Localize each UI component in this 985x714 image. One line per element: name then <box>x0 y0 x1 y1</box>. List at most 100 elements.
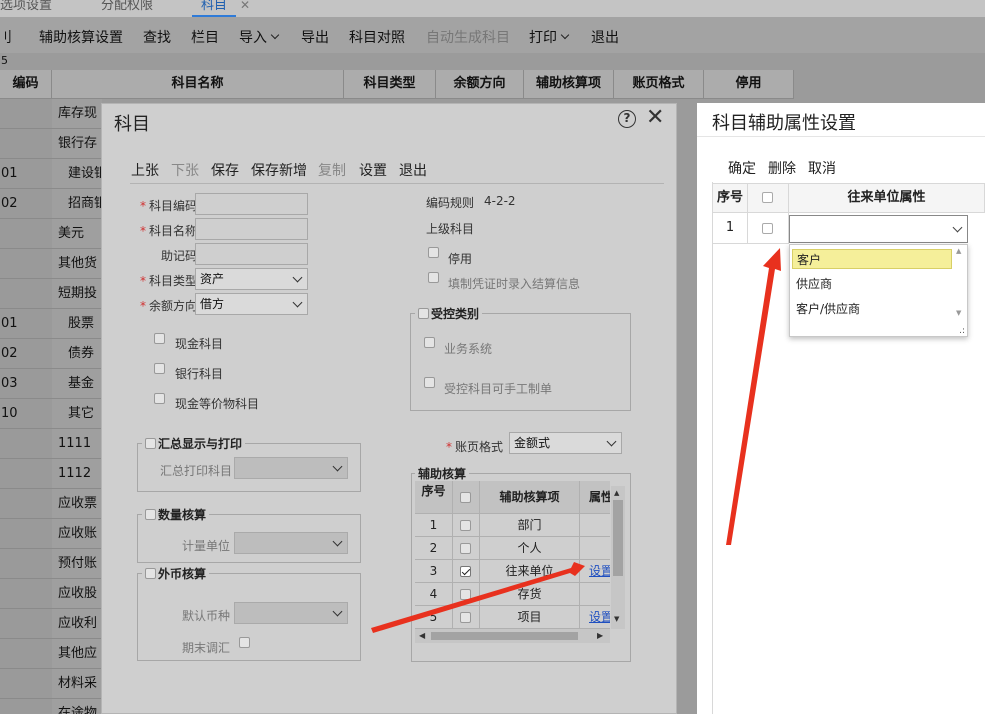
grid-row-name[interactable]: 其它 <box>52 399 101 429</box>
tab-permissions[interactable]: 分配权限 <box>101 0 153 17</box>
toolbar-exit[interactable]: 退出 <box>591 27 619 47</box>
scroll-up-icon[interactable]: ▲ <box>614 489 619 497</box>
aux-row-checkbox[interactable] <box>460 520 471 531</box>
toolbar-columns[interactable]: 栏目 <box>191 27 219 47</box>
resize-grip-icon[interactable]: .: <box>959 326 965 336</box>
grid-row-name[interactable]: 债券 <box>52 339 101 369</box>
settings-button[interactable]: 设置 <box>359 160 387 180</box>
aux-horizontal-scrollbar[interactable]: ◀ ▶ <box>415 629 610 643</box>
scroll-down-icon[interactable]: ▼ <box>956 309 961 317</box>
grid-header-aux[interactable]: 辅助核算项 <box>524 70 614 99</box>
quantity-legend[interactable]: 数量核算 <box>142 506 210 523</box>
grid-row-code[interactable] <box>0 99 52 129</box>
prev-button[interactable]: 上张 <box>131 160 159 180</box>
confirm-button[interactable]: 确定 <box>728 158 756 178</box>
grid-row-name[interactable]: 库存现 <box>52 99 101 129</box>
grid-row-name[interactable]: 短期投 <box>52 279 101 309</box>
disable-checkbox[interactable] <box>428 247 439 258</box>
toolbar-item-0[interactable]: 刂 <box>0 27 12 47</box>
aux-row-checkbox[interactable] <box>460 589 471 600</box>
grid-header-code[interactable]: 编码 <box>0 70 52 99</box>
toolbar-subject-map[interactable]: 科目对照 <box>349 27 405 47</box>
dropdown-scrollbar[interactable]: ▲ ▼ <box>954 247 966 321</box>
settlement-checkbox[interactable] <box>428 272 439 283</box>
aux-row-checkbox[interactable] <box>460 566 471 577</box>
ledger-format-select[interactable]: 金额式 <box>509 432 622 454</box>
manual-voucher-checkbox[interactable] <box>424 377 435 388</box>
tab-close-icon[interactable]: ✕ <box>240 0 250 17</box>
grid-row-name[interactable]: 其他货 <box>52 249 101 279</box>
grid-row-name[interactable]: 其他应 <box>52 639 101 669</box>
quantity-checkbox[interactable] <box>145 509 156 520</box>
grid-header-type[interactable]: 科目类型 <box>344 70 436 99</box>
grid-row-name[interactable]: 基金 <box>52 369 101 399</box>
grid-header-balance[interactable]: 余额方向 <box>436 70 524 99</box>
option-customer-supplier[interactable]: 客户/供应商 <box>792 299 952 319</box>
business-system-checkbox[interactable] <box>424 337 435 348</box>
foreign-legend[interactable]: 外币核算 <box>142 565 210 582</box>
panel-row-checkbox[interactable] <box>762 223 773 234</box>
grid-row-code[interactable] <box>0 129 52 159</box>
grid-row-name[interactable]: 1112 <box>52 459 101 489</box>
scroll-right-icon[interactable]: ▶ <box>597 631 603 640</box>
subject-name-input[interactable] <box>195 218 308 240</box>
aux-row-attr-link[interactable]: 设置 <box>589 610 610 624</box>
grid-row-name[interactable]: 银行存 <box>52 129 101 159</box>
grid-row-code[interactable] <box>0 219 52 249</box>
grid-row-code[interactable] <box>0 279 52 309</box>
grid-row-name[interactable]: 应收股 <box>52 579 101 609</box>
grid-row-name[interactable]: 招商银 <box>52 189 101 219</box>
grid-row-code[interactable] <box>0 669 52 699</box>
tab-options[interactable]: 选项设置 <box>0 0 52 17</box>
option-customer[interactable]: 客户 <box>792 249 952 269</box>
foreign-checkbox[interactable] <box>145 568 156 579</box>
toolbar-aux-setup[interactable]: 辅助核算设置 <box>39 27 123 47</box>
counterparty-attr-select[interactable] <box>789 215 968 243</box>
save-new-button[interactable]: 保存新增 <box>251 160 307 180</box>
grid-row-code[interactable]: 03 <box>0 369 52 399</box>
grid-row-name[interactable]: 1111 <box>52 429 101 459</box>
aux-horizontal-thumb[interactable] <box>431 632 578 640</box>
grid-header-disabled[interactable]: 停用 <box>704 70 794 99</box>
grid-row-name[interactable]: 应收账 <box>52 519 101 549</box>
scroll-up-icon[interactable]: ▲ <box>956 247 961 255</box>
panel-select-all-checkbox[interactable] <box>762 192 773 203</box>
grid-row-code[interactable]: 01 <box>0 159 52 189</box>
toolbar-import[interactable]: 导入 <box>239 27 280 47</box>
controlled-legend[interactable]: 受控类别 <box>415 305 483 322</box>
grid-row-name[interactable]: 美元 <box>52 219 101 249</box>
summary-legend[interactable]: 汇总显示与打印 <box>142 435 246 452</box>
aux-row-checkbox[interactable] <box>460 612 471 623</box>
controlled-checkbox[interactable] <box>418 308 429 319</box>
subject-type-select[interactable]: 资产 <box>195 268 308 290</box>
delete-button[interactable]: 删除 <box>768 158 796 178</box>
grid-row-name[interactable]: 应收票 <box>52 489 101 519</box>
grid-row-code[interactable] <box>0 609 52 639</box>
dialog-exit-button[interactable]: 退出 <box>399 160 427 180</box>
grid-row-code[interactable]: 02 <box>0 189 52 219</box>
aux-select-all-checkbox[interactable] <box>460 492 471 503</box>
toolbar-find[interactable]: 查找 <box>143 27 171 47</box>
mnemonic-input[interactable] <box>195 243 308 265</box>
aux-vertical-scrollbar[interactable]: ▲ ▼ <box>611 486 625 629</box>
grid-row-code[interactable] <box>0 549 52 579</box>
grid-row-code[interactable] <box>0 699 52 714</box>
help-icon[interactable]: ? <box>618 110 636 128</box>
aux-vertical-thumb[interactable] <box>613 500 623 576</box>
grid-row-code[interactable] <box>0 639 52 669</box>
option-supplier[interactable]: 供应商 <box>792 274 952 294</box>
grid-row-name[interactable]: 预付账 <box>52 549 101 579</box>
grid-row-code[interactable] <box>0 429 52 459</box>
bank-subject-checkbox[interactable] <box>154 363 165 374</box>
grid-row-name[interactable]: 在途物 <box>52 699 101 714</box>
grid-row-name[interactable]: 应收利 <box>52 609 101 639</box>
grid-row-code[interactable]: 10 <box>0 399 52 429</box>
grid-row-name[interactable]: 股票 <box>52 309 101 339</box>
cash-subject-checkbox[interactable] <box>154 333 165 344</box>
grid-header-ledger[interactable]: 账页格式 <box>614 70 704 99</box>
close-icon[interactable]: ✕ <box>646 107 664 129</box>
grid-header-name[interactable]: 科目名称 <box>52 70 344 99</box>
subject-code-input[interactable] <box>195 193 308 215</box>
grid-row-name[interactable]: 建设银 <box>52 159 101 189</box>
aux-row-checkbox[interactable] <box>460 543 471 554</box>
